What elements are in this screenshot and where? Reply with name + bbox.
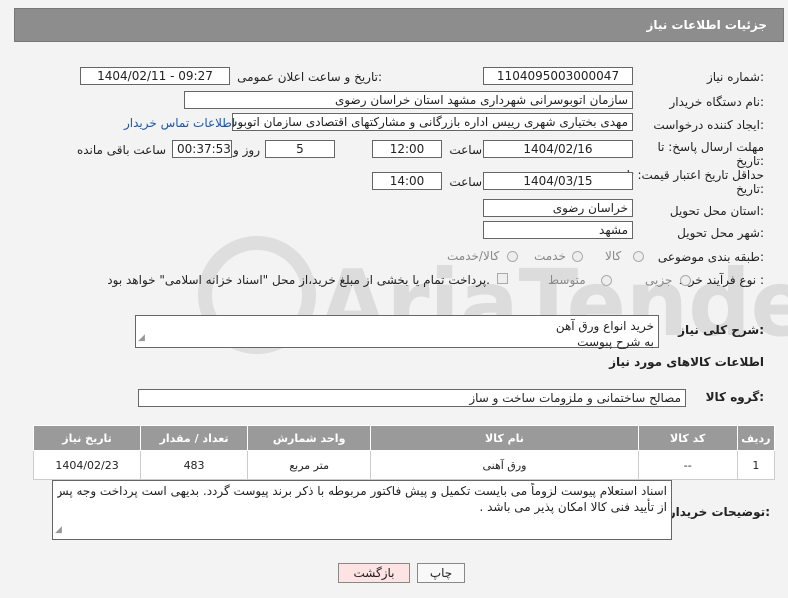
- reply-time-field: 12:00: [372, 140, 442, 158]
- category-service-radio[interactable]: [572, 251, 583, 262]
- category-service-label: خدمت: [534, 249, 566, 263]
- description-textarea[interactable]: خرید انواع ورق آهن به شرح پیوست ◢: [135, 315, 659, 349]
- buyer-org-label: نام دستگاه خریدار:: [669, 95, 765, 109]
- process-partial-radio[interactable]: [680, 275, 691, 286]
- process-medium-label: متوسط: [548, 273, 586, 287]
- category-label: طبقه بندی موضوعی:: [657, 250, 764, 264]
- buyer-notes-line2: از تأیید فنی کالا امکان پذیر می باشد .: [479, 500, 667, 514]
- buyer-contact-link[interactable]: اطلاعات تماس خریدار: [124, 116, 235, 130]
- city-field: مشهد: [483, 221, 633, 239]
- back-button[interactable]: بازگشت: [338, 563, 410, 583]
- city-label: شهر محل تحویل:: [677, 226, 764, 240]
- announce-field: 1404/02/11 - 09:27: [80, 67, 230, 85]
- goods-table: ردیف کد کالا نام کالا واحد شمارش تعداد /…: [32, 425, 776, 480]
- days-field: 5: [265, 140, 335, 158]
- creator-label: ایجاد کننده درخواست:: [653, 118, 764, 132]
- reply-deadline-label: مهلت ارسال پاسخ: تا تاریخ:: [657, 140, 764, 168]
- price-date-field: 1404/03/15: [483, 172, 633, 190]
- reply-time-label: ساعت: [449, 143, 482, 157]
- col-row: ردیف: [736, 425, 776, 451]
- reply-date-field: 1404/02/16: [483, 140, 633, 158]
- description-line1: خرید انواع ورق آهن: [555, 319, 654, 333]
- buyer-org-field: سازمان اتوبوسرانی شهرداری مشهد استان خرا…: [184, 91, 633, 109]
- col-code: کد کالا: [637, 425, 738, 451]
- description-label: شرح کلی نیاز:: [678, 323, 764, 337]
- province-field: خراسان رضوی: [483, 199, 633, 217]
- cell-name: ورق آهنی: [370, 450, 639, 480]
- buyer-notes-textarea[interactable]: اسناد استعلام پیوست لزوماً می بایست تکمی…: [52, 480, 672, 540]
- remaining-time-label: ساعت باقی مانده: [76, 143, 166, 157]
- cell-qty: 483: [140, 450, 249, 480]
- category-goods-radio[interactable]: [633, 251, 644, 262]
- cell-code: --: [637, 450, 738, 480]
- buyer-notes-line1: اسناد استعلام پیوست لزوماً می بایست تکمی…: [57, 484, 667, 498]
- remaining-time-field: 00:37:53: [172, 140, 232, 158]
- col-unit: واحد شمارش: [247, 425, 372, 451]
- col-name: نام کالا: [370, 425, 639, 451]
- days-label: روز و: [233, 143, 260, 157]
- payment-note: پرداخت تمام یا بخشی از مبلغ خرید،از محل …: [107, 273, 490, 287]
- col-qty: تعداد / مقدار: [140, 425, 249, 451]
- col-date: تاریخ نیاز: [32, 425, 142, 451]
- table-row[interactable]: 1 -- ورق آهنی متر مربع 483 1404/02/23: [32, 450, 776, 480]
- cell-date: 1404/02/23: [32, 450, 142, 480]
- cell-unit: متر مربع: [247, 450, 372, 480]
- category-goods-label: کالا: [605, 249, 622, 263]
- goods-section-title: اطلاعات کالاهای مورد نیاز: [609, 355, 764, 369]
- need-number-label: شماره نیاز:: [706, 70, 764, 84]
- goods-group-label: گروه کالا:: [705, 390, 764, 404]
- process-label: نوع فرآیند خرید :: [679, 273, 764, 287]
- province-label: استان محل تحویل:: [669, 204, 764, 218]
- description-line2: به شرح پیوست: [577, 335, 654, 349]
- process-partial-label: جزیی: [645, 273, 673, 287]
- cell-row: 1: [736, 450, 776, 480]
- page: AriaTender.net جزئیات اطلاعات نیاز شماره…: [0, 0, 788, 598]
- treasury-payment-checkbox[interactable]: [497, 273, 508, 284]
- table-header-row: ردیف کد کالا نام کالا واحد شمارش تعداد /…: [32, 425, 776, 451]
- announce-label: تاریخ و ساعت اعلان عمومی:: [237, 70, 382, 84]
- buyer-notes-label: توضیحات خریدار:: [668, 505, 770, 519]
- need-number-field: 1104095003000047: [483, 67, 633, 85]
- price-validity-label: حداقل تاریخ اعتبار قیمت: تا تاریخ:: [626, 168, 764, 196]
- header-bar: جزئیات اطلاعات نیاز: [14, 8, 784, 42]
- resize-handle-icon[interactable]: ◢: [55, 522, 62, 538]
- creator-field: مهدی بختیاری شهری رییس اداره بازرگانی و …: [232, 113, 633, 131]
- process-medium-radio[interactable]: [601, 275, 612, 286]
- price-time-field: 14:00: [372, 172, 442, 190]
- category-goods-service-radio[interactable]: [507, 251, 518, 262]
- price-time-label: ساعت: [449, 175, 482, 189]
- resize-handle-icon[interactable]: ◢: [138, 330, 145, 346]
- goods-group-field: مصالح ساختمانی و ملزومات ساخت و ساز: [138, 389, 686, 407]
- print-button[interactable]: چاپ: [417, 563, 465, 583]
- category-goods-service-label: کالا/خدمت: [447, 249, 500, 263]
- page-title: جزئیات اطلاعات نیاز: [646, 18, 767, 32]
